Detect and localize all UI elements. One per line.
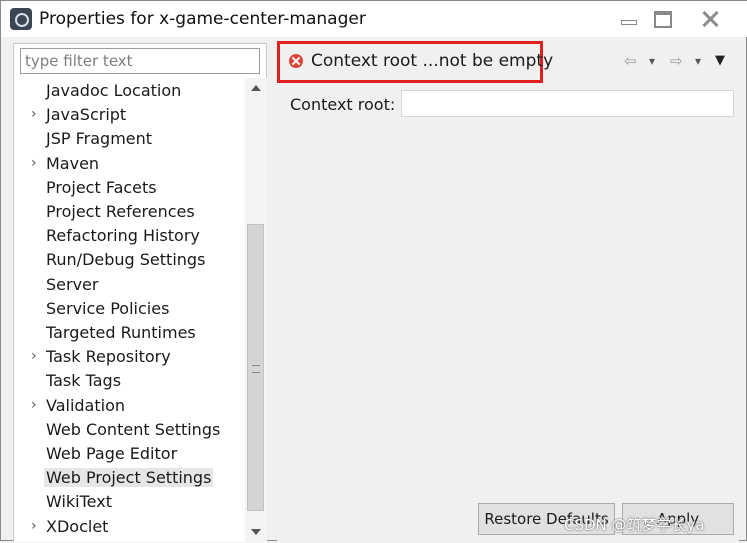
forward-history-dropdown-icon[interactable]: ▾ — [695, 54, 701, 68]
tree-item[interactable]: › XDoclet — [14, 516, 243, 538]
tree-item[interactable]: › Maven — [14, 153, 243, 175]
filter-input[interactable] — [20, 48, 260, 74]
watermark: CSDN @筑梦学长ya — [564, 516, 705, 534]
expand-chevron-icon[interactable]: › — [31, 397, 37, 413]
tree-item[interactable]: Task Tags — [14, 370, 243, 392]
tree-item-label: XDoclet — [46, 516, 109, 536]
tree-item[interactable]: Web Page Editor — [14, 443, 243, 465]
tree-item[interactable]: Refactoring History — [14, 225, 243, 247]
scroll-thumb[interactable] — [247, 224, 264, 511]
tree-item-label: Project Facets — [46, 177, 157, 197]
property-pages-tree: Javadoc Location › JavaScript JSP Fragment ›… — [14, 78, 245, 543]
page-content: Context root: Restore Defaults Apply — [277, 85, 739, 542]
back-arrow-icon[interactable]: ⇦ — [624, 52, 637, 70]
tree-item-label: Web Project Settings — [44, 468, 214, 488]
tree-item-label: JSP Fragment — [46, 129, 153, 149]
tree-item-label: Run/Debug Settings — [46, 250, 206, 270]
view-menu-icon[interactable]: ▼ — [715, 53, 725, 68]
tree-item-label: JavaScript — [46, 105, 127, 125]
expand-chevron-icon[interactable]: › — [31, 106, 37, 122]
page-header: Context root ...not be empty ⇦ ▾ ⇨ ▾ ▼ — [277, 41, 739, 85]
context-root-input[interactable] — [401, 90, 734, 117]
tree-item-label: Validation — [46, 395, 126, 415]
eclipse-app-icon — [10, 8, 32, 30]
error-icon — [289, 54, 303, 68]
tree-item[interactable]: Project References — [14, 201, 243, 223]
tree-item-label: Service Policies — [46, 298, 170, 318]
tree-item-label: Targeted Runtimes — [46, 323, 196, 342]
tree-item-label: WikiText — [46, 492, 112, 512]
expand-chevron-icon[interactable]: › — [31, 518, 37, 534]
tree-item[interactable]: Service Policies — [14, 298, 243, 320]
minimize-button[interactable] — [610, 6, 646, 32]
tree-scrollbar[interactable] — [245, 78, 267, 543]
forward-arrow-icon[interactable]: ⇨ — [670, 52, 683, 70]
window-title: Properties for x-game-center-manager — [39, 9, 366, 29]
tree-item[interactable]: › Validation — [14, 395, 243, 417]
tree-item-label: Task Tags — [46, 371, 122, 391]
tree-item-label: Task Repository — [46, 347, 171, 367]
tree-item-label: Web Content Settings — [46, 419, 221, 439]
property-pages-panel: Javadoc Location › JavaScript JSP Fragment ›… — [13, 43, 267, 543]
tree-item[interactable]: Web Content Settings — [14, 419, 243, 441]
maximize-button[interactable] — [646, 6, 678, 32]
tree-item[interactable]: WikiText — [14, 491, 243, 513]
scroll-up-arrow-icon[interactable] — [245, 78, 267, 98]
close-button[interactable] — [689, 6, 731, 32]
expand-chevron-icon[interactable]: › — [31, 155, 37, 171]
tree-item-label: Maven — [46, 153, 100, 173]
expand-chevron-icon[interactable]: › — [31, 348, 37, 364]
back-history-dropdown-icon[interactable]: ▾ — [649, 54, 655, 68]
scroll-down-arrow-icon[interactable] — [245, 521, 267, 541]
tree-item[interactable]: Project Facets — [14, 177, 243, 199]
tree-item[interactable]: Targeted Runtimes — [14, 322, 243, 344]
tree-item[interactable]: Server — [14, 274, 243, 296]
tree-item[interactable]: Web Project Settings — [14, 467, 243, 489]
tree-item[interactable]: Javadoc Location — [14, 80, 243, 102]
tree-item[interactable]: › JavaScript — [14, 104, 243, 126]
tree-item[interactable]: › Task Repository — [14, 346, 243, 368]
tree-item-label: Refactoring History — [46, 226, 200, 246]
properties-dialog: Properties for x-game-center-manager Jav… — [0, 0, 747, 543]
tree-item[interactable]: Run/Debug Settings — [14, 249, 243, 271]
tree-item-label: Web Page Editor — [46, 444, 178, 463]
error-message-highlight: Context root ...not be empty — [277, 41, 553, 83]
title-bar: Properties for x-game-center-manager — [1, 1, 747, 37]
tree-item[interactable]: JSP Fragment — [14, 128, 243, 150]
error-message: Context root ...not be empty — [311, 51, 554, 71]
tree-item-label: Javadoc Location — [46, 81, 182, 100]
tree-item-label: Server — [46, 274, 99, 294]
tree-item-label: Project References — [46, 202, 195, 221]
context-root-label: Context root: — [290, 95, 396, 114]
property-page: Context root ...not be empty ⇦ ▾ ⇨ ▾ ▼ C… — [277, 37, 747, 542]
